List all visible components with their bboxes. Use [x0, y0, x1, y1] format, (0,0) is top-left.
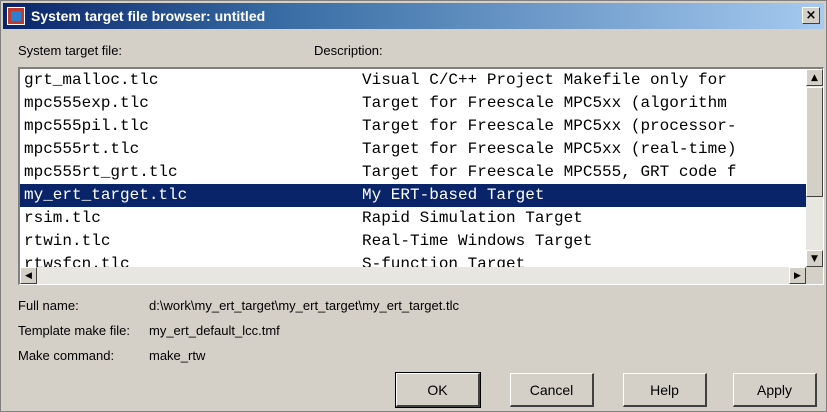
target-file-name: mpc555exp.tlc — [24, 94, 149, 112]
list-item[interactable]: mpc555pil.tlc Target for Freescale MPC5xx… — [20, 115, 806, 138]
scroll-up-icon: ▲ — [811, 72, 818, 83]
list-item[interactable]: mpc555rt_grt.tlc Target for Freescale MPC… — [20, 161, 806, 184]
window-title: System target file browser: untitled — [31, 8, 266, 24]
title-bar[interactable]: System target file browser: untitled × — [3, 3, 824, 29]
list-item[interactable]: rtwsfcn.tlc S-function Target — [20, 253, 806, 267]
list-item[interactable]: mpc555exp.tlc Target for Freescale MPC5xx… — [20, 92, 806, 115]
column-header-description: Description: — [314, 43, 383, 58]
cancel-button[interactable]: Cancel — [510, 373, 594, 407]
list-item[interactable]: mpc555rt.tlc Target for Freescale MPC5xx … — [20, 138, 806, 161]
target-file-name: mpc555rt.tlc — [24, 140, 140, 158]
list-item[interactable]: grt_malloc.tlc Visual C/C++ Project Makef… — [20, 69, 806, 92]
target-description: Target for Freescale MPC555, GRT code f — [362, 163, 737, 181]
close-icon: × — [805, 8, 817, 23]
app-icon — [7, 7, 25, 25]
template-make-file-label: Template make file: — [18, 323, 130, 338]
scroll-left-icon: ◀ — [25, 270, 32, 281]
vertical-scrollbar[interactable]: ▲ ▼ — [806, 69, 823, 267]
apply-button[interactable]: Apply — [733, 373, 817, 407]
list-item[interactable]: rtwin.tlc Real-Time Windows Target — [20, 230, 806, 253]
target-file-name: my_ert_target.tlc — [24, 186, 188, 204]
target-description: Target for Freescale MPC5xx (real-time) — [362, 140, 737, 158]
horizontal-scrollbar[interactable]: ◀ ▶ — [20, 267, 806, 284]
ok-button[interactable]: OK — [395, 372, 481, 408]
ok-button-label: OK — [427, 381, 448, 398]
list-item[interactable]: rsim.tlc Rapid Simulation Target — [20, 207, 806, 230]
template-make-file-value: my_ert_default_lcc.tmf — [149, 323, 280, 338]
cancel-button-label: Cancel — [529, 381, 574, 398]
make-command-value: make_rtw — [149, 348, 206, 363]
target-description: S-function Target — [362, 255, 526, 267]
scroll-right-icon: ▶ — [794, 270, 801, 281]
vertical-scroll-thumb[interactable] — [806, 87, 823, 197]
target-file-name: mpc555rt_grt.tlc — [24, 163, 178, 181]
dialog-window: System target file browser: untitled × S… — [0, 0, 827, 412]
target-description: Real-Time Windows Target — [362, 232, 593, 250]
target-description: Rapid Simulation Target — [362, 209, 583, 227]
column-header-target-file: System target file: — [18, 43, 123, 58]
help-button-label: Help — [650, 381, 679, 398]
apply-button-label: Apply — [756, 381, 793, 398]
target-file-name: mpc555pil.tlc — [24, 117, 149, 135]
target-file-name: grt_malloc.tlc — [24, 71, 159, 89]
target-description: Target for Freescale MPC5xx (algorithm — [362, 94, 727, 112]
scroll-right-button[interactable]: ▶ — [789, 267, 806, 284]
target-file-name: rtwin.tlc — [24, 232, 111, 250]
target-file-name: rsim.tlc — [24, 209, 101, 227]
scrollbar-corner — [806, 267, 823, 284]
full-name-label: Full name: — [18, 298, 79, 313]
target-description: My ERT-based Target — [362, 186, 545, 204]
list-rows: grt_malloc.tlc Visual C/C++ Project Makef… — [20, 69, 806, 267]
scroll-up-button[interactable]: ▲ — [806, 69, 823, 86]
list-item[interactable]: my_ert_target.tlc My ERT-based Target — [20, 184, 806, 207]
full-name-value: d:\work\my_ert_target\my_ert_target\my_e… — [149, 298, 459, 313]
target-description: Target for Freescale MPC5xx (processor- — [362, 117, 737, 135]
help-button[interactable]: Help — [623, 373, 707, 407]
make-command-label: Make command: — [18, 348, 115, 363]
scroll-down-icon: ▼ — [811, 253, 818, 264]
scroll-left-button[interactable]: ◀ — [20, 267, 37, 284]
close-button[interactable]: × — [802, 7, 820, 24]
target-description: Visual C/C++ Project Makefile only for — [362, 71, 727, 89]
scroll-down-button[interactable]: ▼ — [806, 250, 823, 267]
target-file-name: rtwsfcn.tlc — [24, 255, 130, 267]
target-file-list[interactable]: grt_malloc.tlc Visual C/C++ Project Makef… — [18, 67, 824, 285]
